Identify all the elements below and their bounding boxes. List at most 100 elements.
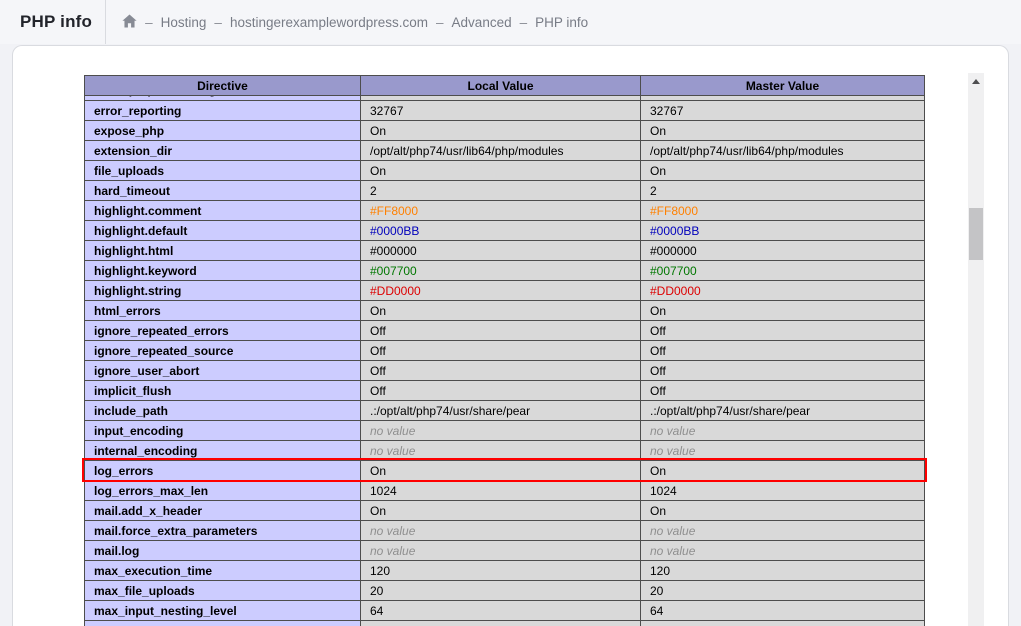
table-cell-local: [361, 621, 641, 626]
table-cell-directive: html_errors: [85, 301, 361, 321]
table-cell-directive: max_execution_time: [85, 561, 361, 581]
table-row: highlight.keyword #007700 #007700: [85, 261, 925, 281]
table-cell-local: no value: [361, 541, 641, 561]
breadcrumb-domain[interactable]: hostingerexamplewordpress.com: [230, 15, 428, 30]
table-cell-directive: ignore_repeated_errors: [85, 321, 361, 341]
table-cell-master: no value: [641, 521, 925, 541]
table-cell-master: On: [641, 461, 925, 481]
table-cell-local: On: [361, 121, 641, 141]
column-header-master-value: Master Value: [641, 76, 925, 96]
breadcrumb: – Hosting – hostingerexamplewordpress.co…: [122, 15, 588, 30]
partial-row-at-bottom: [85, 621, 925, 626]
scrollbar-up-button[interactable]: [968, 73, 984, 90]
phpinfo-table-body: error_reporting 32767 32767 expose_php O…: [85, 101, 925, 621]
table-cell-master: #007700: [641, 261, 925, 281]
scrollbar[interactable]: [968, 73, 984, 626]
table-cell-master: 2: [641, 181, 925, 201]
table-row: ignore_repeated_errors Off Off: [85, 321, 925, 341]
column-header-local-value: Local Value: [361, 76, 641, 96]
table-cell-master: no value: [641, 421, 925, 441]
table-cell-master: no value: [641, 541, 925, 561]
table-row: html_errors On On: [85, 301, 925, 321]
table-row: hard_timeout 2 2: [85, 181, 925, 201]
table-cell-master: /opt/alt/php74/usr/lib64/php/modules: [641, 141, 925, 161]
table-cell-local: Off: [361, 361, 641, 381]
breadcrumb-hosting[interactable]: Hosting: [161, 15, 207, 30]
table-row: max_input_nesting_level 64 64: [85, 601, 925, 621]
table-cell-local: 64: [361, 601, 641, 621]
table-cell-local: Off: [361, 341, 641, 361]
table-cell-directive: hard_timeout: [85, 181, 361, 201]
table-row: error_reporting 32767 32767: [85, 101, 925, 121]
hpanel-php-info-screen: PHP info – Hosting – hostingerexamplewor…: [0, 0, 1021, 626]
table-cell-directive: implicit_flush: [85, 381, 361, 401]
table-cell-directive: internal_encoding: [85, 441, 361, 461]
breadcrumb-separator: –: [436, 15, 444, 30]
table-row: mail.force_extra_parameters no value no …: [85, 521, 925, 541]
table-row: mail.add_x_header On On: [85, 501, 925, 521]
table-header-row: Directive Local Value Master Value: [85, 76, 925, 96]
table-row: input_encoding no value no value: [85, 421, 925, 441]
table-cell-local: no value: [361, 421, 641, 441]
table-cell-directive: input_encoding: [85, 421, 361, 441]
table-cell-master: no value: [641, 96, 925, 100]
table-cell-directive: highlight.comment: [85, 201, 361, 221]
table-cell-directive: ignore_user_abort: [85, 361, 361, 381]
table-cell-master: Off: [641, 321, 925, 341]
table-cell-master: #FF8000: [641, 201, 925, 221]
breadcrumb-advanced[interactable]: Advanced: [452, 15, 512, 30]
table-cell-master: Off: [641, 361, 925, 381]
table-cell-local: #000000: [361, 241, 641, 261]
page-title: PHP info: [20, 12, 92, 32]
table-cell-local: .:/opt/alt/php74/usr/share/pear: [361, 401, 641, 421]
table-cell-local: On: [361, 301, 641, 321]
home-icon-glyph: [122, 14, 137, 28]
table-row: max_execution_time 120 120: [85, 561, 925, 581]
header-divider: [105, 0, 106, 44]
table-cell-local: 120: [361, 561, 641, 581]
table-cell-local: #FF8000: [361, 201, 641, 221]
table-cell-directive: mail.force_extra_parameters: [85, 521, 361, 541]
table-row: highlight.html #000000 #000000: [85, 241, 925, 261]
table-cell-local: /opt/alt/php74/usr/lib64/php/modules: [361, 141, 641, 161]
table-cell-directive: extension_dir: [85, 141, 361, 161]
table-row: mail.log no value no value: [85, 541, 925, 561]
table-cell-master: .:/opt/alt/php74/usr/share/pear: [641, 401, 925, 421]
table-cell-master: Off: [641, 381, 925, 401]
table-cell-directive: highlight.default: [85, 221, 361, 241]
table-cell-directive: log_errors_max_len: [85, 481, 361, 501]
table-row: internal_encoding no value no value: [85, 441, 925, 461]
table-cell-directive: [85, 621, 361, 626]
phpinfo-table: Directive Local Value Master Value error…: [84, 75, 925, 626]
table-cell-local: #DD0000: [361, 281, 641, 301]
table-cell-master: [641, 621, 925, 626]
table-cell-directive: max_file_uploads: [85, 581, 361, 601]
table-row: file_uploads On On: [85, 161, 925, 181]
table-row: expose_php On On: [85, 121, 925, 141]
table-cell-master: 20: [641, 581, 925, 601]
table-cell-local: Off: [361, 321, 641, 341]
table-cell-local: 20: [361, 581, 641, 601]
table-cell-master: On: [641, 121, 925, 141]
column-header-directive: Directive: [85, 76, 361, 96]
table-cell-directive: max_input_nesting_level: [85, 601, 361, 621]
table-cell-local: On: [361, 461, 641, 481]
table-row: highlight.default #0000BB #0000BB: [85, 221, 925, 241]
table-cell-local: Off: [361, 381, 641, 401]
table-row: highlight.comment #FF8000 #FF8000: [85, 201, 925, 221]
table-cell-directive: log_errors: [85, 461, 361, 481]
table-cell-master: no value: [641, 441, 925, 461]
table-cell-directive: include_path: [85, 401, 361, 421]
table-cell-master: Off: [641, 341, 925, 361]
scrollbar-thumb[interactable]: [969, 208, 983, 260]
table-cell-master: On: [641, 161, 925, 181]
table-row: log_errors_max_len 1024 1024: [85, 481, 925, 501]
table-cell-local: no value: [361, 521, 641, 541]
home-icon[interactable]: [122, 14, 137, 28]
table-cell-master: 32767: [641, 101, 925, 121]
table-cell-local: no value: [361, 441, 641, 461]
table-cell-local: #007700: [361, 261, 641, 281]
table-cell-master: On: [641, 501, 925, 521]
table-row: max_file_uploads 20 20: [85, 581, 925, 601]
breadcrumb-separator: –: [145, 15, 153, 30]
